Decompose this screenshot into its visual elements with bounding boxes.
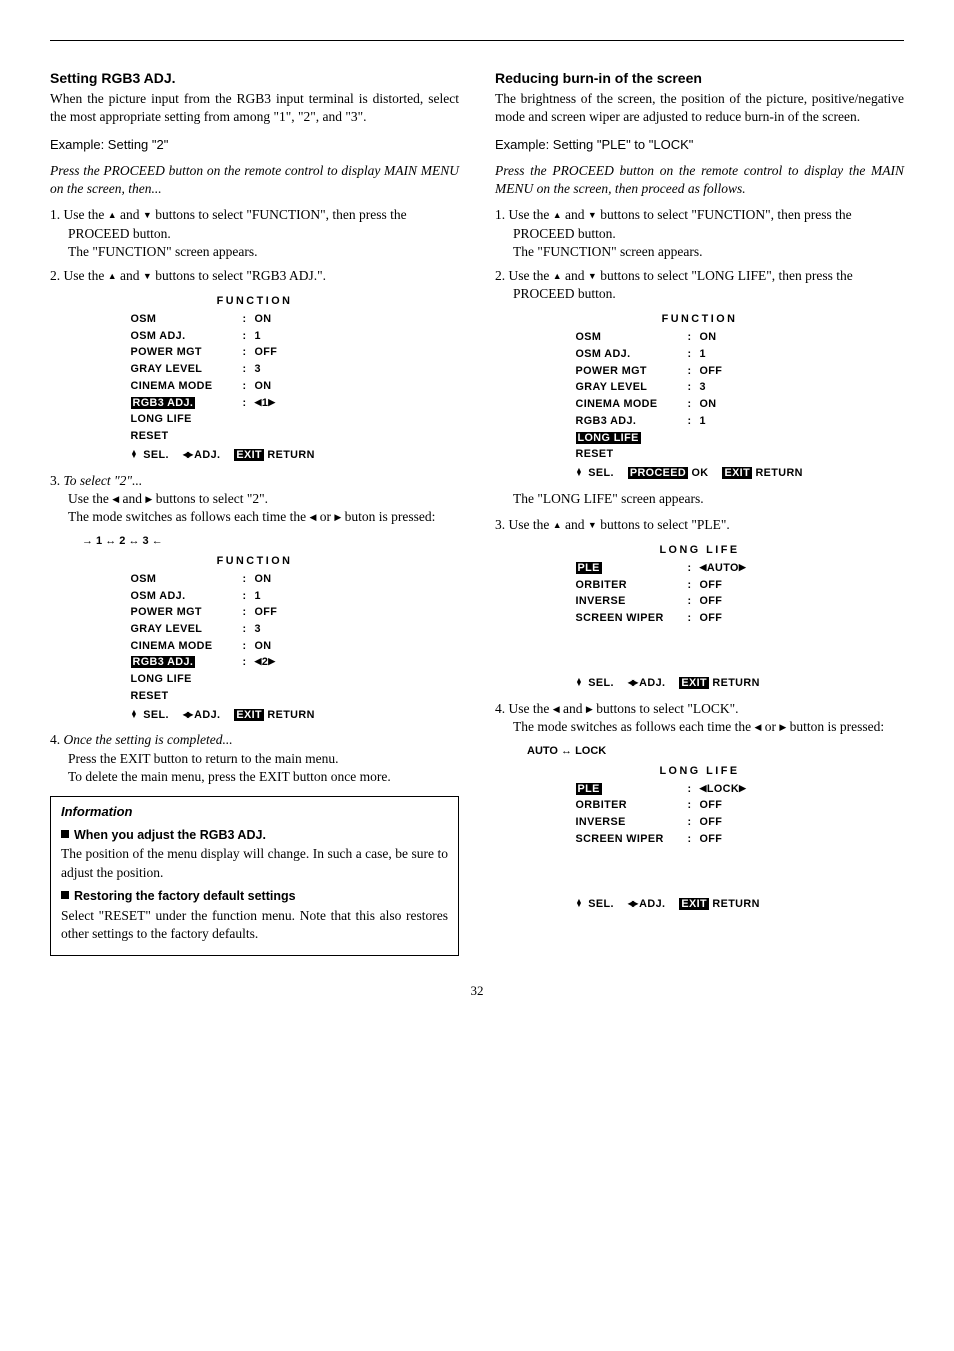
right-steps: 1. Use the and buttons to select "FUNCTI… <box>495 206 904 303</box>
down-icon <box>588 517 597 532</box>
right-nav-sequence: AUTO ↔ LOCK <box>527 744 904 759</box>
left-step-3-wrap: 3. To select "2"... Use the and buttons … <box>50 472 459 527</box>
up-icon <box>553 517 562 532</box>
down-icon <box>588 207 597 222</box>
right-step-3: 3. Use the and buttons to select "PLE". <box>495 516 904 534</box>
osd-function-longlife: FUNCTION OSM:ON OSM ADJ.:1 POWER MGT:OFF… <box>576 311 824 481</box>
osd-function-2: FUNCTION OSM:ON OSM ADJ.:1 POWER MGT:OFF… <box>131 553 379 723</box>
info-title: Information <box>61 803 448 821</box>
info-sub-1: When you adjust the RGB3 ADJ. <box>61 827 448 844</box>
up-icon <box>108 207 117 222</box>
left-press: Press the PROCEED button on the remote c… <box>50 162 459 198</box>
right-step-4-wrap: 4. Use the and buttons to select "LOCK".… <box>495 700 904 736</box>
page-number: 32 <box>50 982 904 1000</box>
info-p1: The position of the menu display will ch… <box>61 845 448 881</box>
right-press: Press the PROCEED button on the remote c… <box>495 162 904 198</box>
left-step-2: 2. Use the and buttons to select "RGB3 A… <box>50 267 459 285</box>
left-nav-sequence: → 1 ↔ 2 ↔ 3 ← <box>82 534 459 549</box>
info-sub-2: Restoring the factory default settings <box>61 888 448 905</box>
down-icon <box>588 268 597 283</box>
right-column: Reducing burn-in of the screen The brigh… <box>495 69 904 956</box>
left-step-4-wrap: 4. Once the setting is completed... Pres… <box>50 731 459 786</box>
left-example: Example: Setting "2" <box>50 136 459 154</box>
right-step-2d: The "LONG LIFE" screen appears. <box>495 490 904 508</box>
right-icon <box>586 701 593 716</box>
up-icon <box>108 268 117 283</box>
right-step-3-wrap: 3. Use the and buttons to select "PLE". <box>495 516 904 534</box>
right-step-1: 1. Use the and buttons to select "FUNCTI… <box>495 206 904 261</box>
top-rule <box>50 40 904 41</box>
left-icon <box>553 701 560 716</box>
info-p2: Select "RESET" under the function menu. … <box>61 907 448 943</box>
osd-longlife-auto: LONG LIFE PLE:AUTO ORBITER:OFF INVERSE:O… <box>576 542 824 691</box>
osd-function-1: FUNCTION OSM:ON OSM ADJ.:1 POWER MGT:OFF… <box>131 293 379 463</box>
left-steps: 1. Use the and buttons to select "FUNCTI… <box>50 206 459 285</box>
left-column: Setting RGB3 ADJ. When the picture input… <box>50 69 459 956</box>
right-step-4: 4. Use the and buttons to select "LOCK".… <box>495 700 904 736</box>
left-heading: Setting RGB3 ADJ. <box>50 69 459 88</box>
osd-longlife-lock: LONG LIFE PLE:LOCK ORBITER:OFF INVERSE:O… <box>576 763 824 912</box>
right-heading: Reducing burn-in of the screen <box>495 69 904 88</box>
up-icon <box>553 207 562 222</box>
right-intro: The brightness of the screen, the positi… <box>495 90 904 126</box>
left-intro: When the picture input from the RGB3 inp… <box>50 90 459 126</box>
information-box: Information When you adjust the RGB3 ADJ… <box>50 796 459 956</box>
left-step-3: 3. To select "2"... Use the and buttons … <box>50 472 459 527</box>
up-icon <box>553 268 562 283</box>
left-step-1: 1. Use the and buttons to select "FUNCTI… <box>50 206 459 261</box>
down-icon <box>143 268 152 283</box>
down-icon <box>143 207 152 222</box>
right-example: Example: Setting "PLE" to "LOCK" <box>495 136 904 154</box>
page-columns: Setting RGB3 ADJ. When the picture input… <box>50 69 904 956</box>
left-step-4: 4. Once the setting is completed... Pres… <box>50 731 459 786</box>
right-step-2: 2. Use the and buttons to select "LONG L… <box>495 267 904 303</box>
